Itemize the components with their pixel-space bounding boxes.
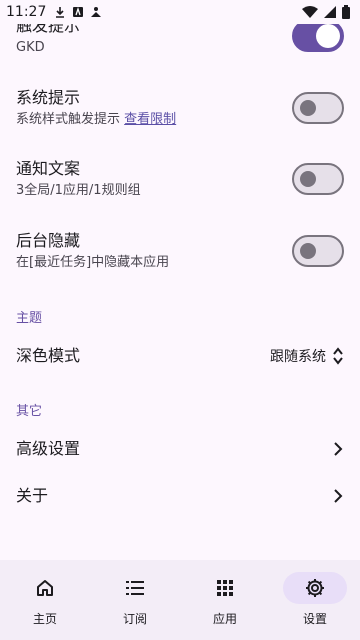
setting-title: 通知文案	[16, 159, 81, 178]
system-tip-switch[interactable]	[292, 92, 344, 124]
setting-title: 后台隐藏	[16, 231, 81, 250]
setting-dark-mode[interactable]: 深色模式 跟随系统	[0, 336, 360, 376]
settings-list: 触发提示 GKD 系统提示 系统样式触发提示 查看限制 通知文案 3全局/1应用…	[0, 0, 360, 560]
dark-mode-select[interactable]: 跟随系统	[270, 346, 344, 366]
background-hide-switch[interactable]	[292, 235, 344, 267]
switch-thumb	[300, 243, 316, 259]
setting-advanced[interactable]: 高级设置	[0, 429, 360, 469]
nav-label: 应用	[212, 612, 237, 626]
notification-text-switch[interactable]	[292, 163, 344, 195]
chevron-right-icon	[334, 442, 343, 456]
section-header-theme: 主题	[16, 311, 43, 326]
nav-item-settings[interactable]: 设置	[270, 560, 360, 640]
view-limits-link[interactable]: 查看限制	[124, 112, 176, 127]
nav-label: 主页	[32, 612, 57, 626]
setting-title: 高级设置	[16, 439, 81, 458]
switch-thumb	[300, 171, 316, 187]
accessibility-icon	[91, 7, 102, 17]
setting-background-hide[interactable]: 后台隐藏 在[最近任务]中隐藏本应用	[0, 227, 360, 275]
nav-label: 设置	[302, 612, 327, 626]
setting-subtitle: 在[最近任务]中隐藏本应用	[16, 255, 170, 270]
setting-subtitle: GKD	[16, 40, 45, 55]
battery-icon	[342, 5, 350, 19]
signal-icon	[324, 6, 336, 18]
switch-thumb	[316, 24, 340, 48]
setting-about[interactable]: 关于	[0, 476, 360, 516]
nav-item-apps[interactable]: 应用	[180, 560, 270, 640]
setting-title: 深色模式	[16, 346, 81, 365]
wifi-icon	[302, 6, 318, 18]
dark-mode-value: 跟随系统	[270, 349, 326, 365]
chevron-right-icon	[334, 489, 343, 503]
status-time: 11:27	[6, 4, 47, 20]
gear-icon	[283, 572, 347, 604]
setting-title: 系统提示	[16, 88, 81, 107]
list-icon	[103, 572, 167, 604]
nav-item-home[interactable]: 主页	[0, 560, 90, 640]
nav-label: 订阅	[122, 612, 147, 626]
system-tip-subtitle-text: 系统样式触发提示	[16, 112, 121, 127]
nav-item-subscriptions[interactable]: 订阅	[90, 560, 180, 640]
apps-grid-icon	[193, 572, 257, 604]
bottom-navigation: 主页 订阅 应用 设置	[0, 560, 360, 640]
app-notification-icon	[73, 6, 84, 17]
setting-subtitle: 3全局/1应用/1规则组	[16, 183, 141, 198]
switch-thumb	[300, 100, 316, 116]
section-header-other: 其它	[16, 404, 43, 419]
setting-system-tip[interactable]: 系统提示 系统样式触发提示 查看限制	[0, 84, 360, 132]
home-icon	[13, 572, 77, 604]
status-bar: 11:27	[0, 0, 360, 24]
setting-subtitle: 系统样式触发提示 查看限制	[16, 111, 176, 129]
setting-title: 关于	[16, 486, 49, 505]
unfold-icon	[333, 347, 343, 365]
download-icon	[56, 7, 65, 18]
trigger-tip-switch[interactable]	[292, 20, 344, 52]
setting-notification-text[interactable]: 通知文案 3全局/1应用/1规则组	[0, 155, 360, 203]
